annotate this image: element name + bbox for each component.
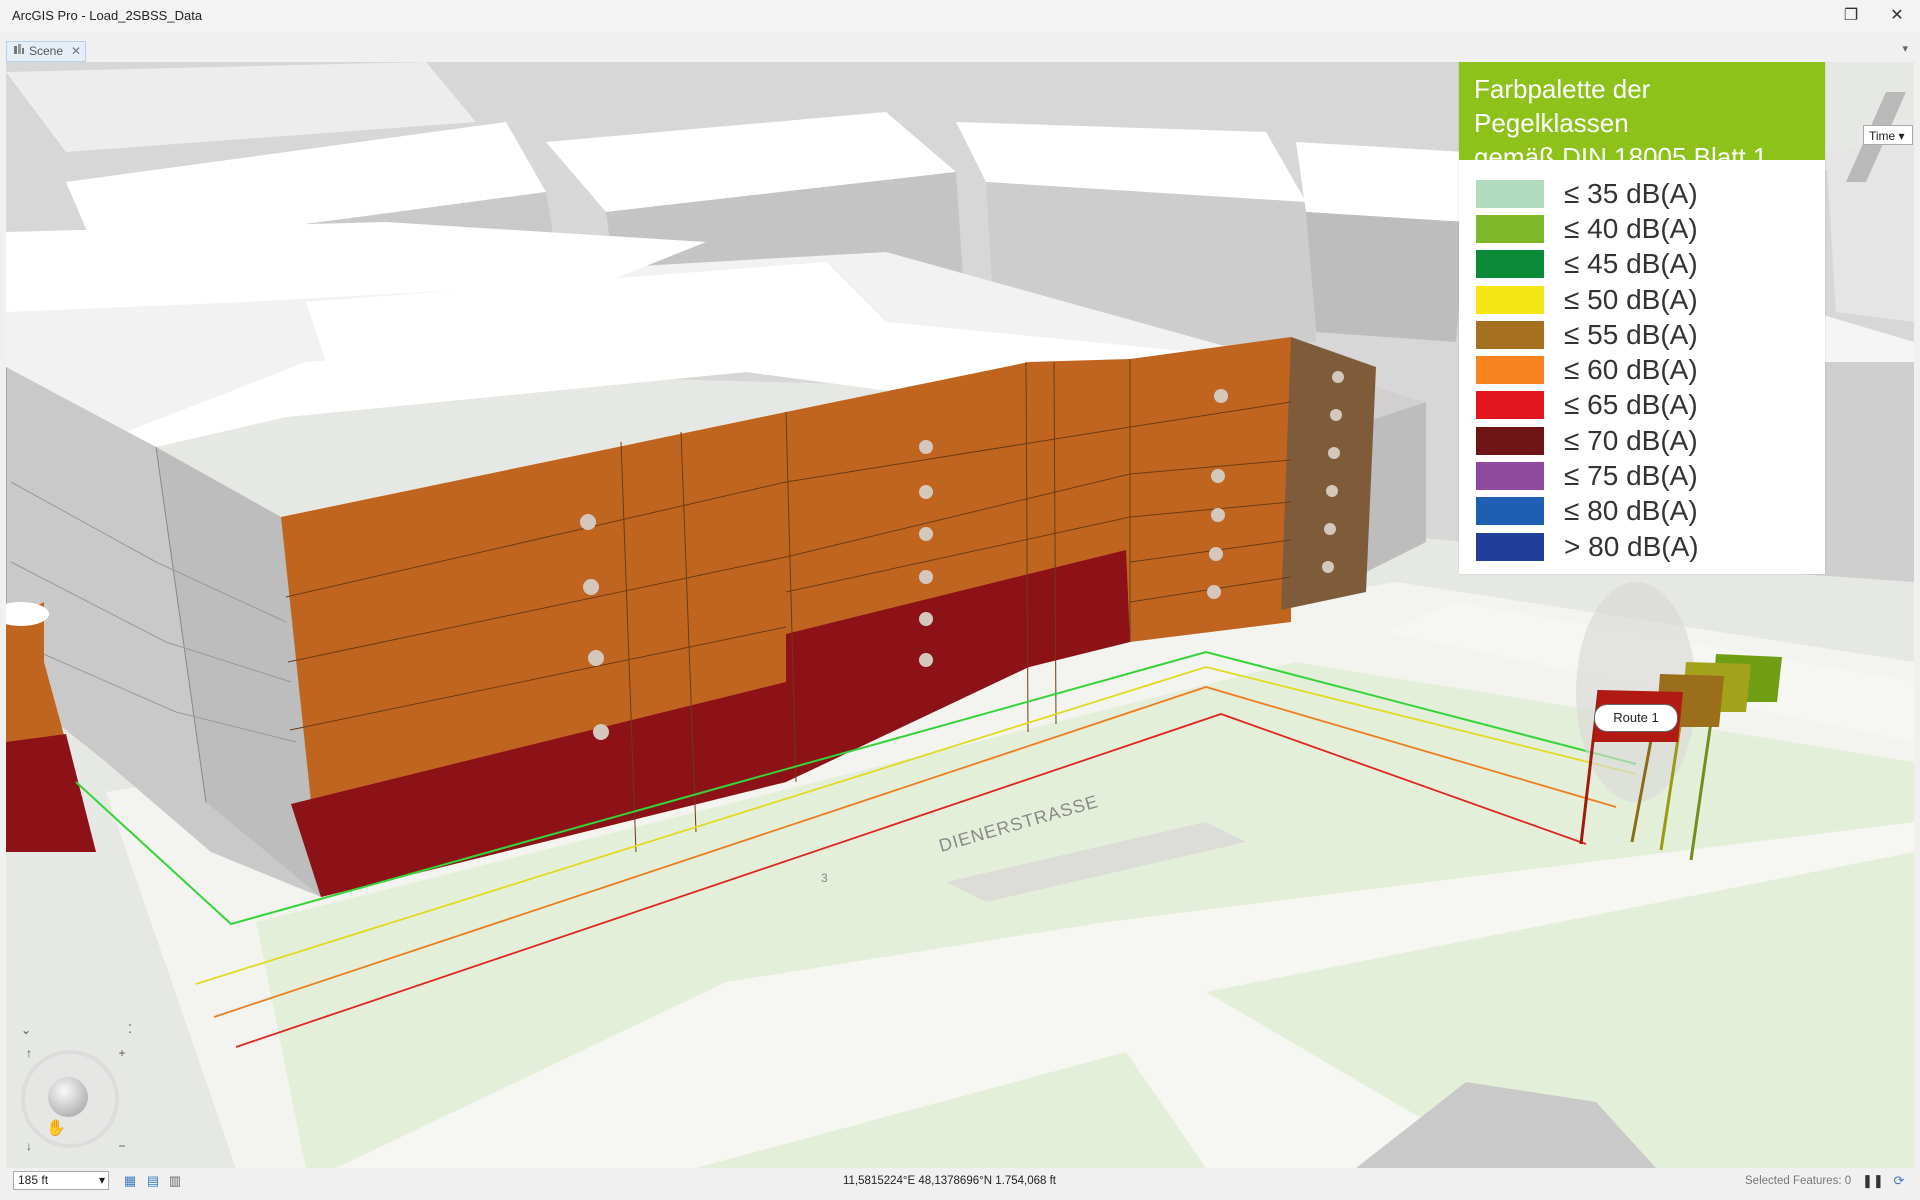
restore-icon[interactable]: ❐: [1828, 0, 1874, 32]
legend-swatch: [1476, 532, 1544, 561]
chevron-down-icon[interactable]: ▾: [1902, 42, 1908, 55]
refresh-icon[interactable]: ⟳: [1891, 1173, 1907, 1189]
view-tab-bar: Scene ✕ ▾: [0, 40, 1920, 62]
legend-item: ≤ 45 dB(A): [1476, 247, 1825, 282]
legend-label: ≤ 65 dB(A): [1564, 389, 1698, 421]
legend-label: ≤ 60 dB(A): [1564, 354, 1698, 386]
legend-swatch: [1476, 426, 1544, 455]
legend-swatch: [1476, 497, 1544, 526]
tab-label: Scene: [29, 44, 64, 58]
scene-view[interactable]: DIENERSTRASSE 3 Farbpalette der Pegelkla…: [6, 62, 1914, 1168]
legend-item: ≤ 55 dB(A): [1476, 317, 1825, 352]
legend-item: ≤ 60 dB(A): [1476, 352, 1825, 387]
coordinate-readout: 11,5815224°E 48,1378696°N 1.754,068 ft: [843, 1175, 1056, 1187]
legend-item: ≤ 35 dB(A): [1476, 176, 1825, 211]
legend-header: Farbpalette der Pegelklassen gemäß DIN 1…: [1459, 62, 1825, 172]
legend-label: ≤ 75 dB(A): [1564, 460, 1698, 492]
legend-label: ≤ 50 dB(A): [1564, 283, 1698, 315]
pan-hand-icon[interactable]: ✋: [46, 1118, 66, 1138]
legend-label: ≤ 55 dB(A): [1564, 318, 1698, 350]
chevron-down-icon: ▾: [98, 1173, 105, 1187]
title-bar: ArcGIS Pro - Load_2SBSS_Data ❐ ✕: [0, 0, 1920, 32]
legend-swatch: [1476, 391, 1544, 420]
navigator-options-icon[interactable]: ⁚: [124, 1023, 136, 1035]
legend-item: ≤ 65 dB(A): [1476, 388, 1825, 423]
scene-view-icon: [13, 42, 25, 61]
legend-swatch: [1476, 214, 1544, 243]
selected-features-count[interactable]: Selected Features: 0: [1745, 1168, 1851, 1194]
legend-label: ≤ 45 dB(A): [1564, 248, 1698, 280]
legend-label: > 80 dB(A): [1564, 530, 1699, 562]
legend-swatch: [1476, 356, 1544, 385]
legend-item: > 80 dB(A): [1476, 529, 1825, 564]
legend-item: ≤ 50 dB(A): [1476, 282, 1825, 317]
zoom-out-icon[interactable]: −: [116, 1140, 128, 1152]
legend-swatch: [1476, 285, 1544, 314]
legend-title-line2: gemäß DIN 18005 Blatt 1: [1474, 142, 1768, 172]
legend-swatch: [1476, 462, 1544, 491]
tab-scene[interactable]: Scene ✕: [6, 41, 87, 62]
house-number-label: 3: [821, 871, 828, 885]
legend-swatch: [1476, 250, 1544, 279]
scale-value: 185 ft: [18, 1173, 49, 1187]
noise-legend: Farbpalette der Pegelklassen gemäß DIN 1…: [1459, 62, 1825, 574]
time-dropdown[interactable]: Time ▾: [1863, 125, 1913, 145]
zoom-in-icon[interactable]: +: [116, 1047, 128, 1059]
snapping-icon[interactable]: ▦: [122, 1173, 138, 1189]
grid-icon[interactable]: ▤: [145, 1173, 161, 1189]
legend-swatch: [1476, 179, 1544, 208]
close-icon[interactable]: ✕: [1874, 0, 1920, 32]
legend-label: ≤ 80 dB(A): [1564, 495, 1698, 527]
legend-label: ≤ 35 dB(A): [1564, 177, 1698, 209]
route-label[interactable]: Route 1: [1594, 704, 1678, 732]
globe-icon[interactable]: [48, 1077, 88, 1117]
table-icon[interactable]: ▥: [167, 1173, 183, 1189]
tab-close-icon[interactable]: ✕: [71, 42, 81, 61]
window-title: ArcGIS Pro - Load_2SBSS_Data: [12, 8, 203, 23]
legend-item: ≤ 80 dB(A): [1476, 494, 1825, 529]
legend-title-line1: Farbpalette der Pegelklassen: [1474, 74, 1651, 138]
legend-item: ≤ 40 dB(A): [1476, 211, 1825, 246]
pause-icon[interactable]: ❚❚: [1862, 1173, 1884, 1189]
legend-list: ≤ 35 dB(A) ≤ 40 dB(A) ≤ 45 dB(A) ≤ 50 dB(A)…: [1459, 160, 1825, 564]
scale-dropdown[interactable]: 185 ft ▾: [13, 1171, 109, 1190]
collapse-navigator-icon[interactable]: ⌄: [20, 1024, 32, 1036]
tilt-down-icon[interactable]: ↓: [23, 1140, 35, 1152]
legend-item: ≤ 70 dB(A): [1476, 423, 1825, 458]
legend-swatch: [1476, 320, 1544, 349]
tilt-up-icon[interactable]: ↑: [23, 1047, 35, 1059]
legend-label: ≤ 70 dB(A): [1564, 424, 1698, 456]
legend-label: ≤ 40 dB(A): [1564, 212, 1698, 244]
legend-item: ≤ 75 dB(A): [1476, 458, 1825, 493]
